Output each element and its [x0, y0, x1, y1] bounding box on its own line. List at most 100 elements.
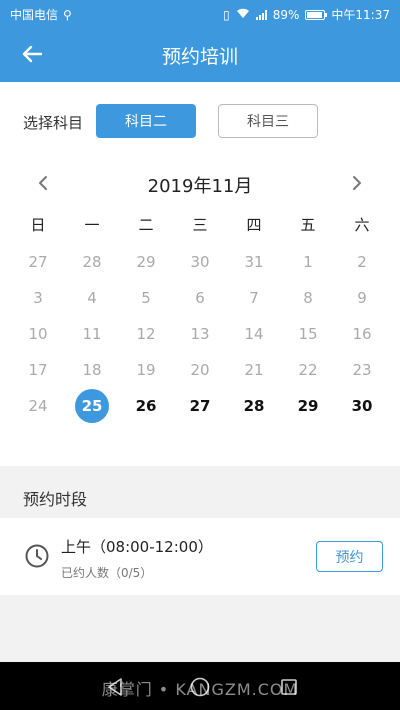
calendar-day-number: 1 — [303, 253, 313, 271]
calendar-day: 11 — [65, 316, 119, 352]
calendar-day-number: 30 — [190, 253, 210, 271]
calendar-day: 16 — [335, 316, 389, 352]
calendar-day-number: 19 — [136, 361, 156, 379]
calendar-day: 9 — [335, 280, 389, 316]
calendar-day[interactable]: 26 — [119, 388, 173, 424]
calendar-day: 27 — [11, 244, 65, 280]
calendar-month: 2019年11月 — [147, 176, 253, 197]
calendar-day: 21 — [227, 352, 281, 388]
status-bar: 中国电信 ⚲ ▯ 89% 中午11:37 — [0, 0, 400, 28]
calendar-day: 4 — [65, 280, 119, 316]
calendar-day-number: 29 — [136, 253, 156, 271]
calendar-day-number: 11 — [82, 325, 102, 343]
calendar-day: 31 — [227, 244, 281, 280]
calendar-day: 28 — [65, 244, 119, 280]
wifi-icon — [236, 8, 250, 22]
calendar-day-number: 22 — [298, 361, 318, 379]
calendar-day-number: 24 — [28, 397, 48, 415]
weekday-wed: 三 — [192, 216, 208, 234]
calendar-day: 8 — [281, 280, 335, 316]
battery-icon — [305, 9, 328, 20]
calendar-day-number: 17 — [28, 361, 48, 379]
calendar-day-number: 9 — [357, 289, 367, 307]
calendar-day-number: 18 — [82, 361, 102, 379]
calendar-day: 17 — [11, 352, 65, 388]
calendar-day: 18 — [65, 352, 119, 388]
nav-header: 预约培训 — [0, 28, 400, 82]
calendar-day: 2 — [335, 244, 389, 280]
calendar-day: 20 — [173, 352, 227, 388]
status-right: ▯ 89% 中午11:37 — [223, 6, 390, 23]
subject-3-button[interactable]: 科目三 — [218, 104, 318, 138]
calendar-day: 24 — [11, 388, 65, 424]
calendar-day[interactable]: 25 — [65, 388, 119, 424]
weekday-fri: 五 — [300, 216, 316, 234]
calendar-day-number: 29 — [297, 397, 319, 415]
vibrate-icon: ▯ — [223, 7, 230, 22]
calendar-day-number: 28 — [243, 397, 265, 415]
page-title: 预约培训 — [161, 46, 238, 68]
app-header-bar: 中国电信 ⚲ ▯ 89% 中午11:37 预约培训 — [0, 0, 400, 82]
calendar-day[interactable]: 29 — [281, 388, 335, 424]
calendar-day-number: 30 — [351, 397, 373, 415]
calendar-day: 10 — [11, 316, 65, 352]
calendar-days: 27 28 29 30 31 1 2 3 4 5 6 7 8 9 10 11 12 13 14 15 16 17 18 19 2… — [11, 244, 389, 424]
calendar-day: 3 — [11, 280, 65, 316]
book-button[interactable]: 预约 — [316, 541, 383, 572]
signal-icon — [255, 9, 267, 20]
time-slot-card: 上午（08:00-12:00） 已约人数（0/5） 预约 — [0, 518, 400, 595]
calendar-day-number: 28 — [82, 253, 102, 271]
calendar-day[interactable]: 28 — [227, 388, 281, 424]
calendar-day: 30 — [173, 244, 227, 280]
slot-booked-count: 已约人数（0/5） — [61, 566, 153, 580]
calendar-day: 13 — [173, 316, 227, 352]
calendar-day-number: 20 — [190, 361, 210, 379]
carrier-label: 中国电信 — [10, 8, 59, 22]
calendar-day: 5 — [119, 280, 173, 316]
battery-percent: 89% — [272, 7, 300, 22]
watermark: 康掌门 • KANGZM.COM — [101, 680, 299, 699]
calendar-day-number: 27 — [28, 253, 48, 271]
calendar-day[interactable]: 30 — [335, 388, 389, 424]
calendar-day: 23 — [335, 352, 389, 388]
status-left: 中国电信 ⚲ — [10, 6, 72, 23]
calendar-day: 1 — [281, 244, 335, 280]
calendar-day-number: 4 — [87, 289, 97, 307]
calendar-day-number: 15 — [298, 325, 318, 343]
calendar-day: 15 — [281, 316, 335, 352]
clock-icon — [24, 543, 50, 569]
weekday-mon: 一 — [84, 216, 100, 234]
calendar-day: 7 — [227, 280, 281, 316]
weekday-sat: 六 — [354, 216, 370, 234]
calendar-day-number: 27 — [189, 397, 211, 415]
weekday-row: 日 一 二 三 四 五 六 — [11, 214, 389, 240]
calendar-day-number: 5 — [141, 289, 151, 307]
calendar-day-number: 14 — [244, 325, 264, 343]
calendar-header: 2019年11月 — [0, 168, 400, 198]
calendar-day-number: 2 — [357, 253, 367, 271]
calendar-day-number: 12 — [136, 325, 156, 343]
calendar-day-number: 3 — [33, 289, 43, 307]
subject-2-button[interactable]: 科目二 — [96, 104, 196, 138]
chevron-right-icon[interactable] — [345, 171, 369, 195]
subject-selector: 选择科目 科目二 科目三 — [0, 104, 400, 138]
calendar-day-number: 16 — [352, 325, 372, 343]
calendar-day-number: 25 — [75, 389, 109, 423]
calendar-day: 14 — [227, 316, 281, 352]
calendar-day: 6 — [173, 280, 227, 316]
calendar-day[interactable]: 27 — [173, 388, 227, 424]
period-title: 预约时段 — [23, 490, 88, 509]
calendar-day: 12 — [119, 316, 173, 352]
calendar-day-number: 13 — [190, 325, 210, 343]
weekday-sun: 日 — [30, 216, 46, 234]
calendar-day-number: 7 — [249, 289, 259, 307]
weekday-tue: 二 — [138, 216, 154, 234]
calendar-day: 22 — [281, 352, 335, 388]
slot-time: 上午（08:00-12:00） — [61, 538, 213, 556]
calendar-day-number: 26 — [135, 397, 157, 415]
usb-icon: ⚲ — [63, 7, 72, 22]
weekday-thu: 四 — [246, 216, 262, 234]
calendar-day-number: 31 — [244, 253, 264, 271]
system-nav-bar: 康掌门 • KANGZM.COM — [0, 662, 400, 710]
calendar-day-number: 8 — [303, 289, 313, 307]
